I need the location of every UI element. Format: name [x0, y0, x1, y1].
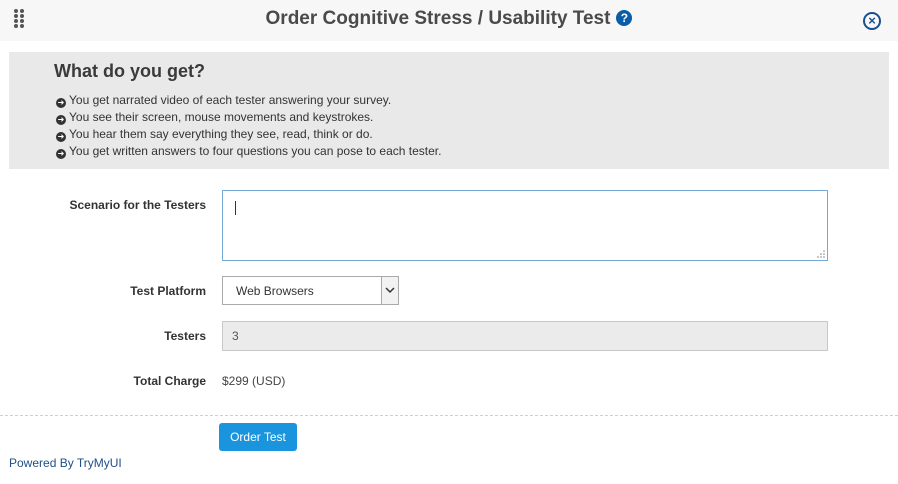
text-caret: [235, 201, 236, 215]
testers-label: Testers: [164, 329, 206, 343]
total-charge-value: $299 (USD): [222, 374, 286, 388]
platform-select[interactable]: Web Browsers: [222, 276, 399, 305]
info-heading: What do you get?: [54, 61, 205, 81]
arrow-right-circle-icon: ➜: [56, 115, 66, 125]
list-item: ➜ You get written answers to four questio…: [56, 143, 441, 160]
list-item-text: You see their screen, mouse movements an…: [69, 110, 374, 124]
list-item: ➜ You see their screen, mouse movements a…: [56, 109, 441, 126]
arrow-right-circle-icon: ➜: [56, 149, 66, 159]
dialog-title-text: Order Cognitive Stress / Usability Test: [265, 8, 611, 29]
scenario-textarea[interactable]: [222, 190, 828, 261]
total-charge-label: Total Charge: [133, 374, 206, 388]
testers-field: 3: [222, 321, 828, 351]
resize-grip-icon[interactable]: [816, 250, 825, 258]
benefits-list: ➜ You get narrated video of each tester a…: [56, 92, 441, 160]
powered-by-link[interactable]: Powered By TryMyUI: [9, 456, 122, 470]
list-item: ➜ You get narrated video of each tester a…: [56, 92, 441, 109]
dropdown-button[interactable]: [381, 277, 398, 304]
order-test-button[interactable]: Order Test: [219, 423, 297, 451]
list-item-text: You hear them say everything they see, r…: [69, 127, 373, 141]
info-panel: What do you get? ➜ You get narrated video…: [9, 52, 889, 169]
divider: [0, 415, 898, 416]
dialog-header: Order Cognitive Stress / Usability Test?…: [0, 0, 898, 41]
platform-label: Test Platform: [130, 284, 206, 298]
arrow-right-circle-icon: ➜: [56, 98, 66, 108]
list-item: ➜ You hear them say everything they see, …: [56, 126, 441, 143]
list-item-text: You get narrated video of each tester an…: [69, 93, 392, 107]
platform-select-value: Web Browsers: [236, 284, 314, 298]
help-icon[interactable]: ?: [616, 10, 633, 26]
arrow-right-circle-icon: ➜: [56, 132, 66, 142]
scenario-label: Scenario for the Testers: [69, 198, 207, 212]
chevron-down-icon: [385, 287, 395, 294]
dialog-title: Order Cognitive Stress / Usability Test?: [0, 8, 898, 30]
close-icon[interactable]: ×: [863, 12, 881, 30]
list-item-text: You get written answers to four question…: [69, 144, 442, 158]
